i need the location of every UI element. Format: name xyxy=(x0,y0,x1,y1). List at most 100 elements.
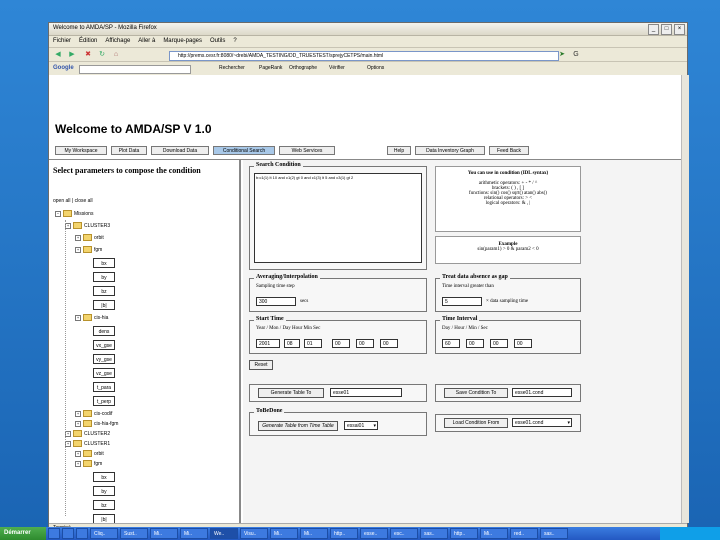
tree-folder-orbit[interactable]: + orbit xyxy=(75,234,104,241)
save-condition-name-input[interactable]: esse01.cond xyxy=(512,388,572,397)
tree-leaf-bx[interactable]: bx xyxy=(93,472,115,482)
search-condition-textarea[interactable]: b:c1(1) lt 10 and c1(2) gt 0 and c1(3) l… xyxy=(254,173,422,263)
start-min-input[interactable]: 00 xyxy=(356,339,374,348)
expand-icon[interactable]: + xyxy=(75,410,81,417)
expand-icon[interactable]: + xyxy=(75,420,81,427)
tree-leaf-by[interactable]: by xyxy=(93,272,115,282)
collapse-icon[interactable]: − xyxy=(55,210,61,217)
taskbar-item[interactable]: We.. xyxy=(210,528,238,539)
generate-from-timetable-button[interactable]: Generate Table from Time Table xyxy=(258,421,338,431)
search-engine-icon[interactable]: G xyxy=(571,51,581,59)
taskbar-item[interactable]: Mi.. xyxy=(300,528,328,539)
tree-leaf-vygse[interactable]: vy_gse xyxy=(93,354,115,364)
expand-icon[interactable]: + xyxy=(75,450,81,457)
bookmark-search[interactable]: Rechercher xyxy=(219,65,245,71)
menu-item-view[interactable]: Affichage xyxy=(105,38,130,44)
tree-folder-fgm[interactable]: + fgm xyxy=(75,460,102,467)
minimize-icon[interactable]: _ xyxy=(648,24,659,35)
interval-hour-input[interactable]: 00 xyxy=(466,339,484,348)
tree-leaf-dens[interactable]: dens xyxy=(93,326,115,336)
taskbar-item[interactable]: http.. xyxy=(450,528,478,539)
taskbar-item[interactable]: Sust.. xyxy=(120,528,148,539)
expand-icon[interactable]: + xyxy=(75,246,81,253)
taskbar-item[interactable]: esse.. xyxy=(360,528,388,539)
tree-leaf-bx[interactable]: bx xyxy=(93,258,115,268)
address-bar[interactable]: http://prems.cesr.fr:8080/~drebi/AMDA_TE… xyxy=(169,51,559,61)
tree-folder-cluster3[interactable]: + CLUSTER3 xyxy=(65,222,110,229)
tree-folder-cishia[interactable]: + cis-hia xyxy=(75,314,108,321)
tree-folder-cishiafgm[interactable]: + cis-hia-fgm xyxy=(75,420,118,427)
feed-back-button[interactable]: Feed Back xyxy=(489,146,529,155)
tree-leaf-tpara[interactable]: t_para xyxy=(93,382,115,392)
tree-leaf-by[interactable]: by xyxy=(93,486,115,496)
save-condition-button[interactable]: Save Condition To xyxy=(444,388,508,398)
generate-table-name-input[interactable]: esse01 xyxy=(330,388,402,397)
interval-day-input[interactable]: 60 xyxy=(442,339,460,348)
taskbar-item[interactable]: Visu.. xyxy=(240,528,268,539)
tree-leaf-b[interactable]: |b| xyxy=(93,300,115,310)
menu-item-file[interactable]: Fichier xyxy=(53,38,71,44)
bookmark-options[interactable]: Options xyxy=(367,65,384,71)
home-icon[interactable]: ⌂ xyxy=(111,51,121,59)
tree-folder-missions[interactable]: − Missions xyxy=(55,210,93,217)
download-data-button[interactable]: Download Data xyxy=(151,146,209,155)
interval-sec-input[interactable]: 00 xyxy=(514,339,532,348)
taskbar-item[interactable]: Mi.. xyxy=(150,528,178,539)
taskbar-item[interactable]: Mi.. xyxy=(180,528,208,539)
tree-folder-fgm[interactable]: + fgm xyxy=(75,246,102,253)
reset-button[interactable]: Reset xyxy=(249,360,273,370)
web-services-button[interactable]: Web Services xyxy=(279,146,335,155)
menu-item-tools[interactable]: Outils xyxy=(210,38,225,44)
taskbar-item[interactable]: Mi.. xyxy=(270,528,298,539)
close-icon[interactable]: × xyxy=(674,24,685,35)
start-month-input[interactable]: 08 xyxy=(284,339,300,348)
tree-folder-ciscodif[interactable]: + cis-codif xyxy=(75,410,112,417)
generate-table-button[interactable]: Generate Table To xyxy=(258,388,324,398)
load-condition-select[interactable]: esse01.cond ▾ xyxy=(512,418,572,427)
menu-item-bookmarks[interactable]: Marque-pages xyxy=(163,38,202,44)
expand-icon[interactable]: + xyxy=(75,314,81,321)
expand-icon[interactable]: + xyxy=(75,460,81,467)
tree-folder-cluster1[interactable]: + CLUSTER1 xyxy=(65,440,110,447)
taskbar-item[interactable]: sas.. xyxy=(420,528,448,539)
taskbar-item[interactable]: Mi.. xyxy=(480,528,508,539)
menu-item-edit[interactable]: Édition xyxy=(79,38,97,44)
bookmark-check[interactable]: Vérifier xyxy=(329,65,345,71)
menu-item-help[interactable]: ? xyxy=(233,38,236,44)
tree-folder-orbit[interactable]: + orbit xyxy=(75,450,104,457)
stop-icon[interactable]: ✖ xyxy=(83,51,93,59)
taskbar-item[interactable]: red.. xyxy=(510,528,538,539)
plot-data-button[interactable]: Plot Data xyxy=(111,146,147,155)
tree-leaf-bz[interactable]: bz xyxy=(93,500,115,510)
taskbar-item[interactable]: Cliq.. xyxy=(90,528,118,539)
start-button[interactable]: Démarrer xyxy=(0,527,46,540)
expand-icon[interactable]: + xyxy=(75,234,81,241)
back-icon[interactable]: ◀ xyxy=(53,51,63,59)
tree-folder-cluster2[interactable]: + CLUSTER2 xyxy=(65,430,110,437)
reload-icon[interactable]: ↻ xyxy=(97,51,107,59)
go-icon[interactable]: ➤ xyxy=(557,51,567,59)
tree-leaf-vzgse[interactable]: vz_gse xyxy=(93,368,115,378)
tree-leaf-b[interactable]: |b| xyxy=(93,514,115,523)
vertical-scrollbar[interactable] xyxy=(681,75,689,523)
taskbar-item[interactable] xyxy=(76,528,88,539)
conditional-search-button[interactable]: Conditional Search xyxy=(213,146,275,155)
maximize-icon[interactable]: □ xyxy=(661,24,672,35)
taskbar-item[interactable]: sas.. xyxy=(540,528,568,539)
data-inventory-graph-button[interactable]: Data Inventory Graph xyxy=(415,146,485,155)
google-search-input[interactable] xyxy=(79,65,191,74)
start-hour-input[interactable]: 00 xyxy=(332,339,350,348)
bookmark-pagerank[interactable]: PageRank xyxy=(259,65,282,71)
timetable-select[interactable]: essai01 ▾ xyxy=(344,421,378,430)
start-year-input[interactable]: 2001 xyxy=(256,339,280,348)
taskbar-item[interactable] xyxy=(48,528,60,539)
taskbar-item[interactable]: http.. xyxy=(330,528,358,539)
tree-leaf-bz[interactable]: bz xyxy=(93,286,115,296)
tree-leaf-tperp[interactable]: t_perp xyxy=(93,396,115,406)
forward-icon[interactable]: ▶ xyxy=(67,51,77,59)
taskbar-item[interactable] xyxy=(62,528,74,539)
interval-min-input[interactable]: 00 xyxy=(490,339,508,348)
menu-item-go[interactable]: Aller à xyxy=(138,38,155,44)
sampling-step-input[interactable]: 300 xyxy=(256,297,296,306)
load-condition-button[interactable]: Load Condition From xyxy=(444,418,508,428)
